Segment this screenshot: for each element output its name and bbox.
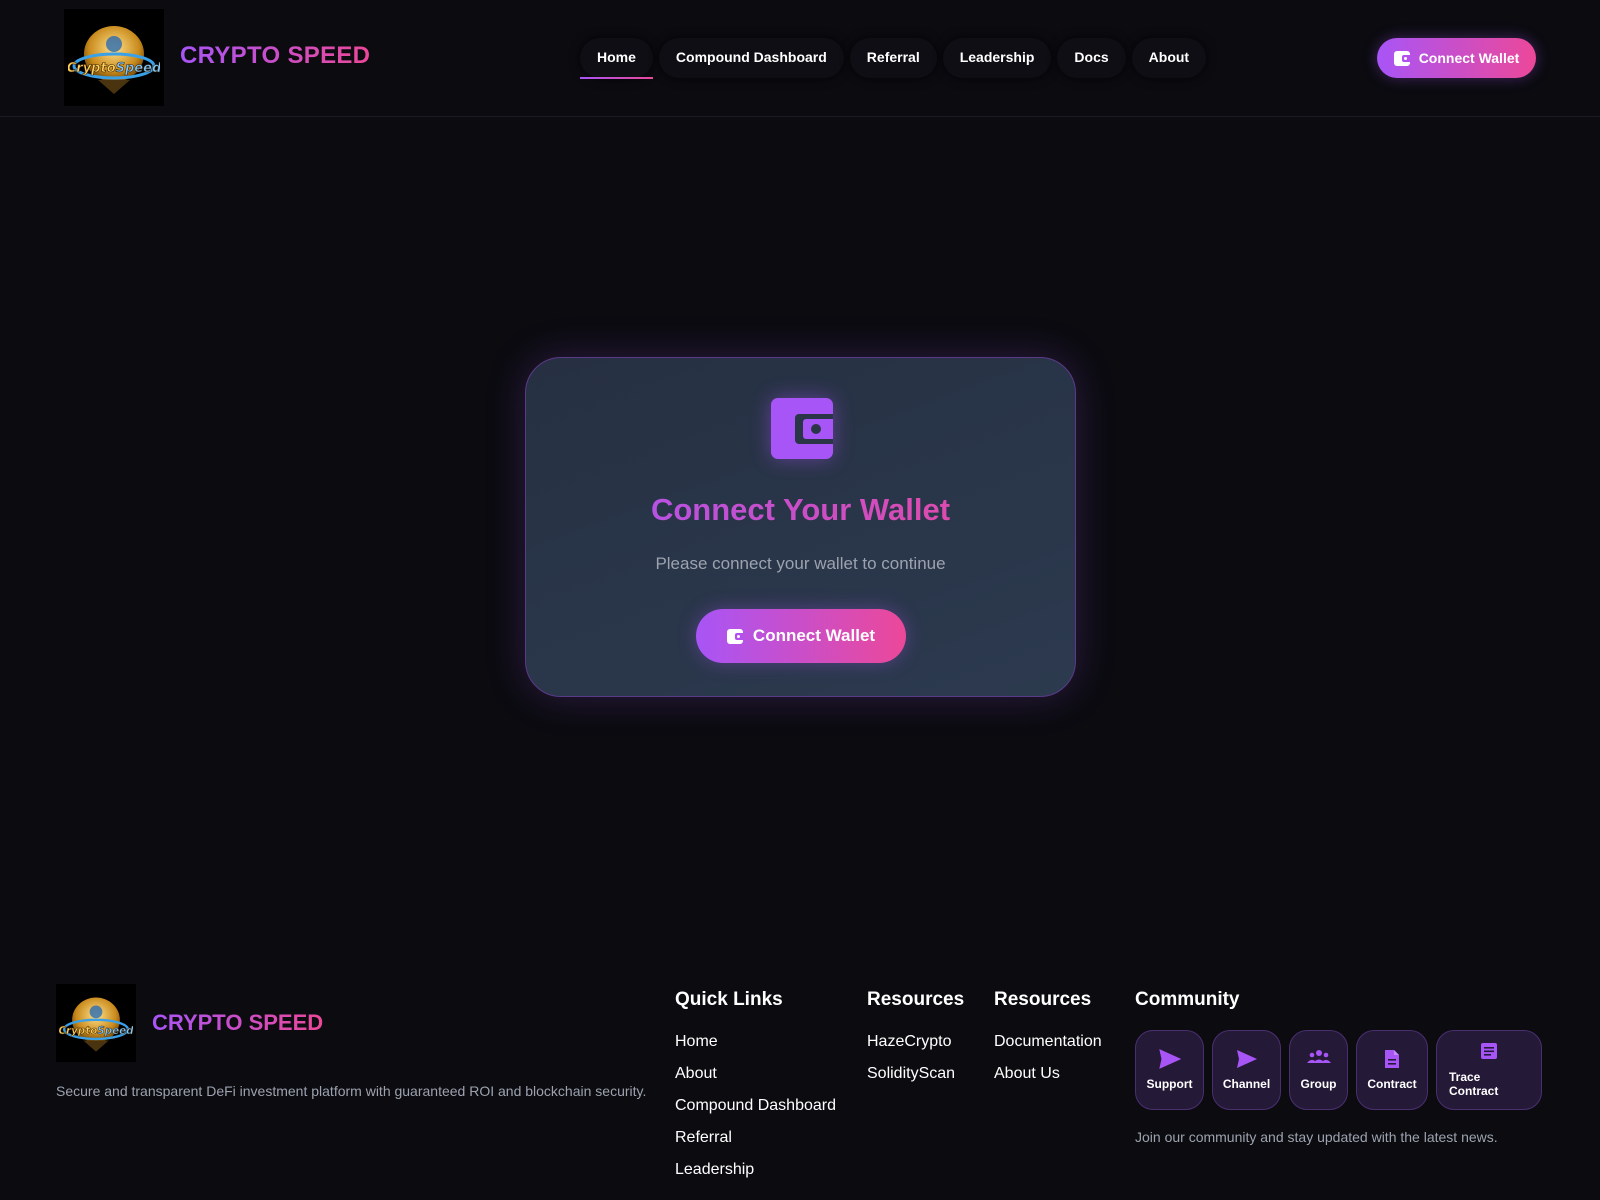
connect-wallet-card: Connect Your Wallet Please connect your …: [525, 357, 1076, 697]
footer-link-hazecrypto[interactable]: HazeCrypto: [867, 1032, 964, 1051]
footer-resources-1: Resources HazeCrypto SolidityScan: [867, 989, 964, 1096]
svg-text:CryptoSpeed: CryptoSpeed: [59, 1025, 133, 1037]
nav-about[interactable]: About: [1131, 38, 1207, 78]
list-document-icon: [1480, 1042, 1498, 1062]
connect-wallet-label: Connect Wallet: [752, 626, 876, 645]
wallet-icon: [726, 628, 743, 644]
support-label: Support: [1146, 1077, 1193, 1091]
card-subtitle: Please connect your wallet to continue: [655, 554, 946, 573]
footer-quick-links: Quick Links Home About Compound Dashboar…: [675, 989, 836, 1192]
footer-brand-name: CRYPTO SPEED: [152, 1010, 324, 1035]
wallet-icon: [771, 398, 833, 459]
community-buttons: Support Channel Group Contract Trace Con…: [1135, 1030, 1542, 1110]
group-button[interactable]: Group: [1289, 1030, 1348, 1110]
footer-link-home[interactable]: Home: [675, 1032, 836, 1051]
quick-links-heading: Quick Links: [675, 989, 783, 1010]
group-icon: [1306, 1049, 1331, 1069]
community-note: Join our community and stay updated with…: [1135, 1129, 1498, 1145]
group-label: Group: [1300, 1077, 1337, 1091]
trace-contract-label: Trace Contract: [1449, 1070, 1499, 1098]
footer-resources-2: Resources Documentation About Us: [994, 989, 1102, 1096]
connect-wallet-button[interactable]: Connect Wallet: [696, 609, 906, 663]
support-button[interactable]: Support: [1135, 1030, 1204, 1110]
header-connect-wallet-label: Connect Wallet: [1418, 50, 1520, 66]
community-heading: Community: [1135, 989, 1240, 1010]
footer-link-referral[interactable]: Referral: [675, 1128, 836, 1147]
channel-button[interactable]: Channel: [1212, 1030, 1281, 1110]
contract-label: Contract: [1367, 1077, 1417, 1091]
card-title: Connect Your Wallet: [526, 492, 1075, 528]
footer-logo: CryptoSpeed: [56, 984, 136, 1062]
send-icon: [1236, 1049, 1258, 1069]
footer-link-about[interactable]: About: [675, 1064, 836, 1083]
main-nav: Home Compound Dashboard Referral Leaders…: [580, 38, 1212, 79]
nav-docs[interactable]: Docs: [1057, 38, 1126, 78]
nav-home[interactable]: Home: [580, 38, 653, 79]
footer-link-leadership[interactable]: Leadership: [675, 1160, 836, 1179]
crypto-speed-logo-icon: CryptoSpeed: [68, 25, 160, 94]
svg-text:CryptoSpeed: CryptoSpeed: [68, 61, 160, 76]
channel-label: Channel: [1222, 1077, 1271, 1091]
nav-referral[interactable]: Referral: [849, 38, 937, 78]
brand-logo[interactable]: CryptoSpeed: [64, 9, 164, 106]
footer-link-compound-dashboard[interactable]: Compound Dashboard: [675, 1096, 836, 1115]
nav-leadership[interactable]: Leadership: [942, 38, 1052, 78]
resources-heading: Resources: [867, 989, 965, 1010]
footer-link-solidityscan[interactable]: SolidityScan: [867, 1064, 964, 1083]
footer-description: Secure and transparent DeFi investment p…: [56, 1083, 647, 1099]
document-icon: [1384, 1049, 1400, 1069]
contract-button[interactable]: Contract: [1356, 1030, 1428, 1110]
resources-heading: Resources: [994, 989, 1092, 1010]
crypto-speed-logo-icon: CryptoSpeed: [59, 997, 133, 1052]
footer-community: Community Support Channel Group Contract…: [1135, 989, 1542, 1145]
brand-name[interactable]: CRYPTO SPEED: [180, 42, 370, 70]
footer-link-documentation[interactable]: Documentation: [994, 1032, 1102, 1051]
trace-contract-button[interactable]: Trace Contract: [1436, 1030, 1542, 1110]
send-icon: [1158, 1049, 1181, 1069]
header-connect-wallet-button[interactable]: Connect Wallet: [1377, 38, 1536, 78]
wallet-icon: [1393, 50, 1410, 66]
top-header: CryptoSpeed CRYPTO SPEED Home Compound D…: [0, 0, 1600, 117]
footer-link-about-us[interactable]: About Us: [994, 1064, 1102, 1083]
nav-compound-dashboard[interactable]: Compound Dashboard: [658, 38, 844, 78]
